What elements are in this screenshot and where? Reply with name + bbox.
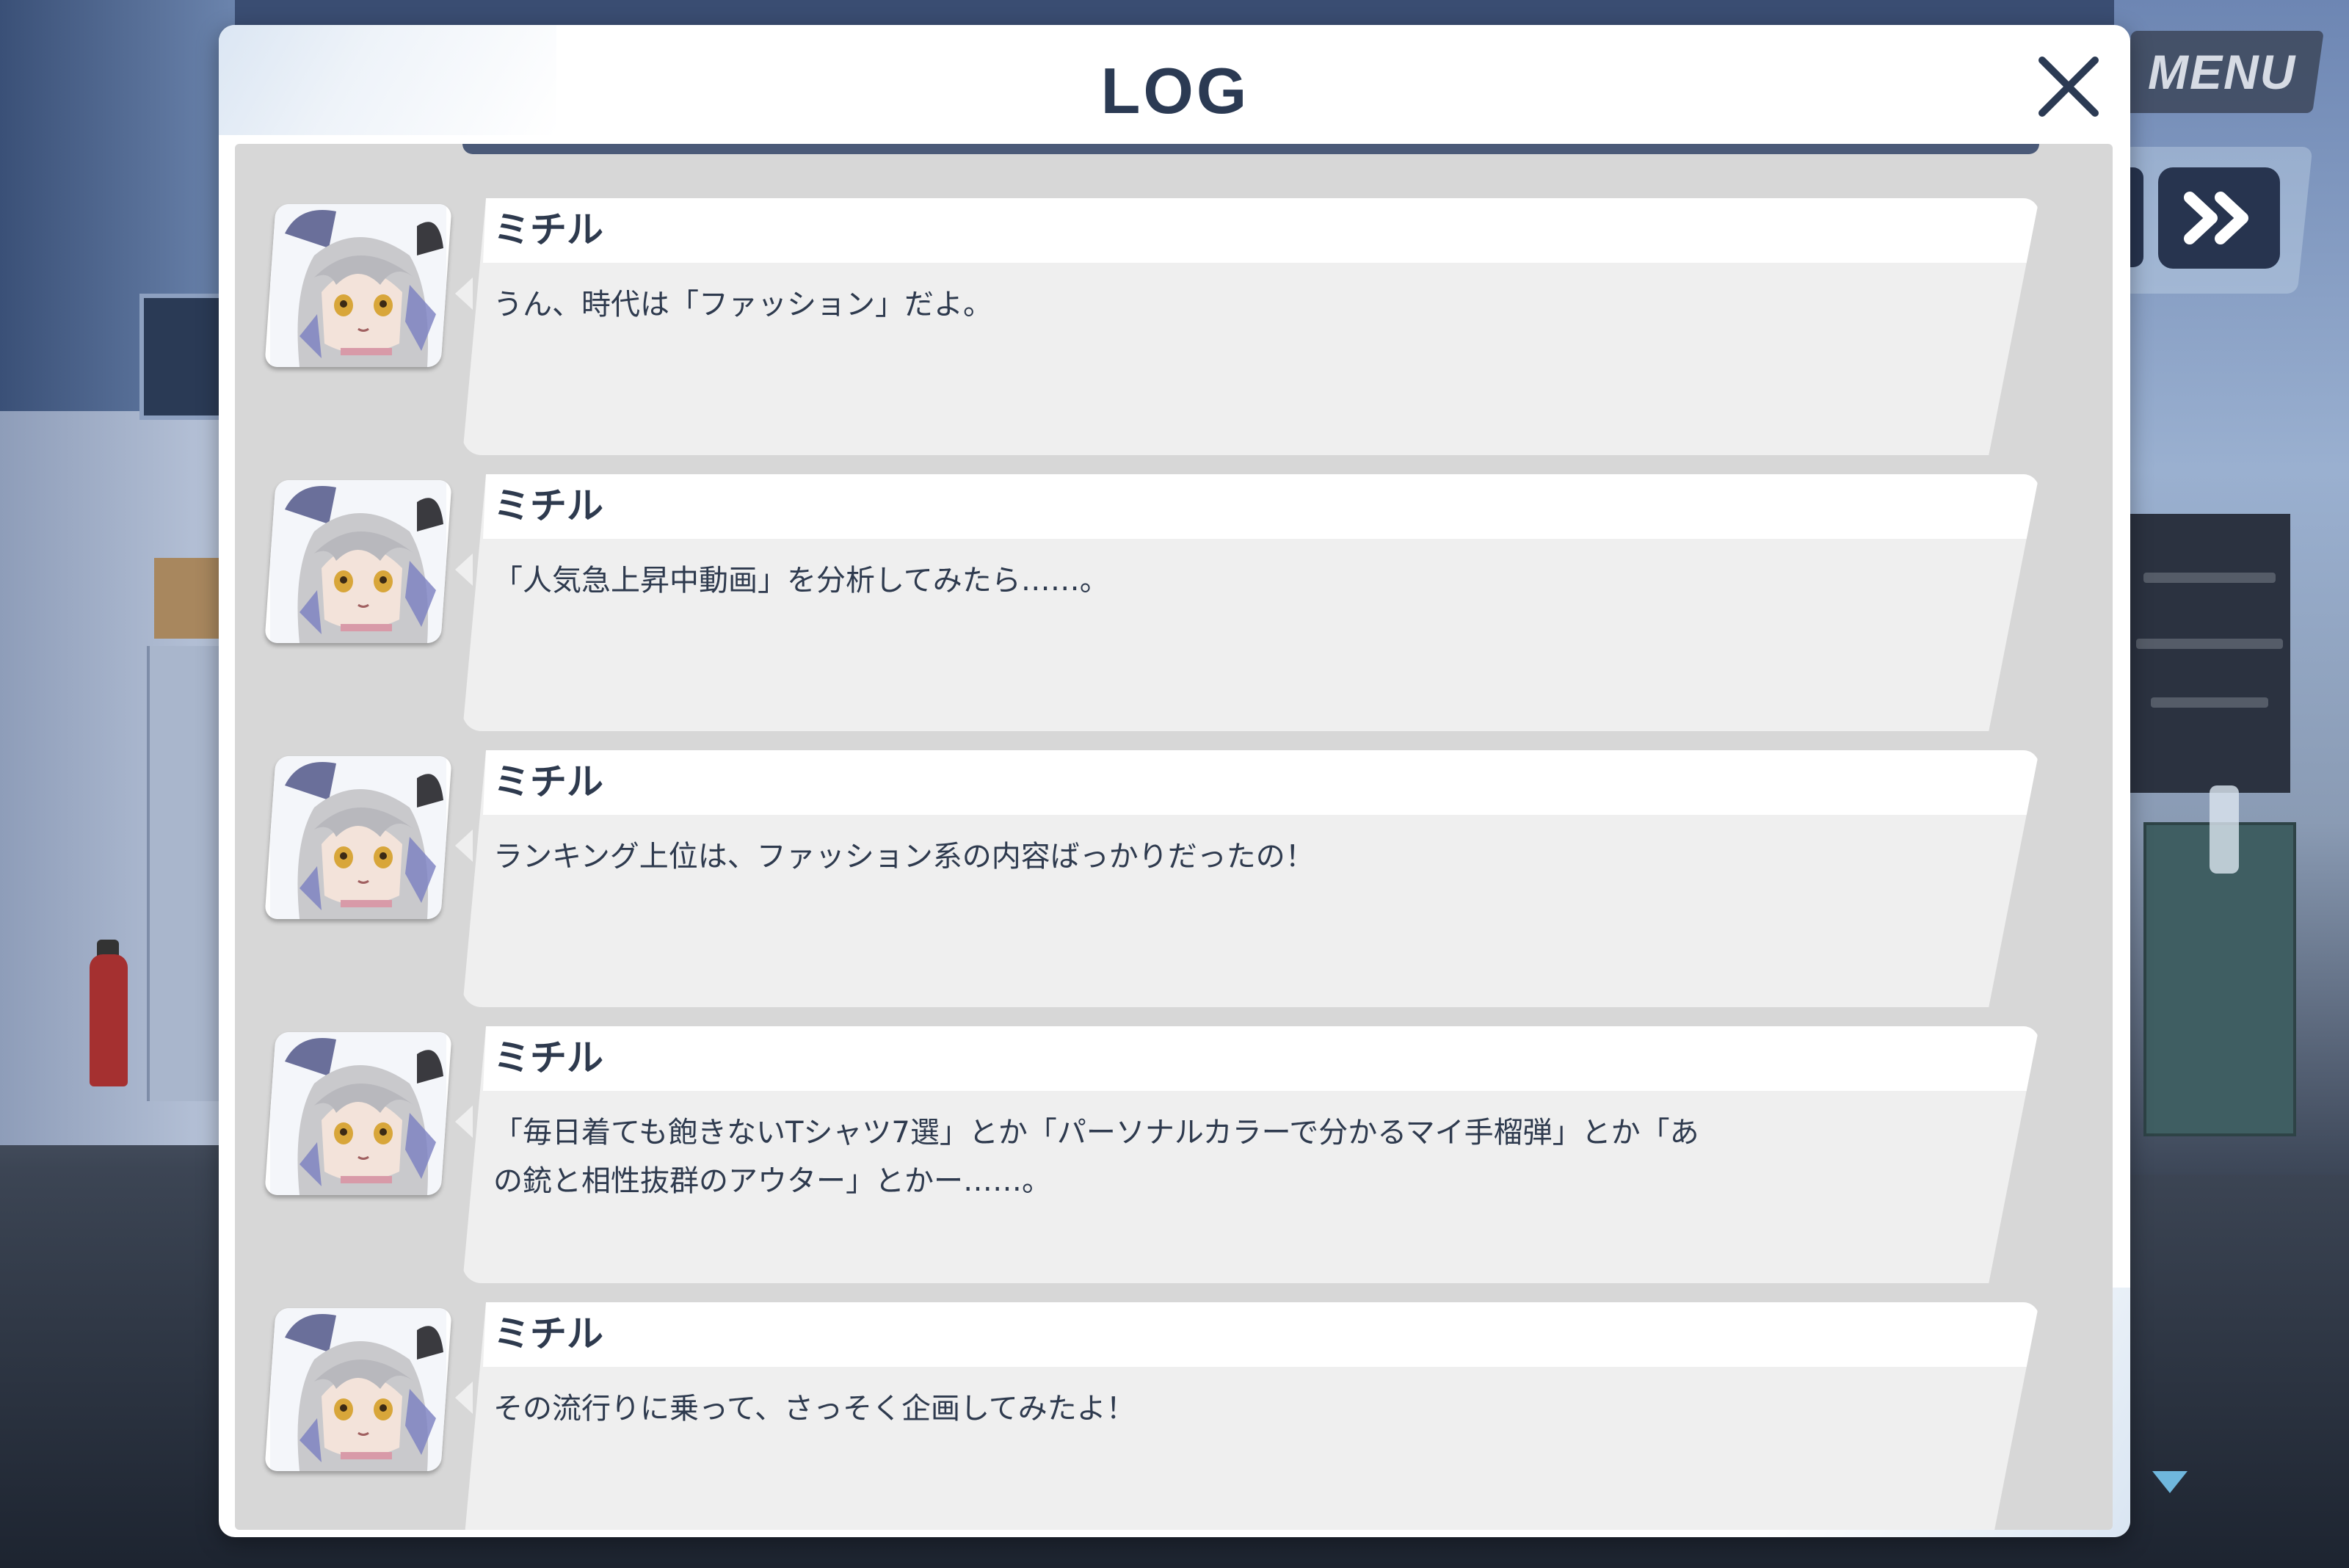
- weapon-rack-prop: [2129, 514, 2290, 793]
- fire-extinguisher-prop: [90, 954, 128, 1086]
- speaker-name-bar: ミチル: [483, 474, 2039, 539]
- close-icon: [2038, 57, 2099, 117]
- fast-forward-icon: [2184, 192, 2248, 244]
- michiru-portrait-icon: [270, 204, 446, 367]
- speaker-name: ミチル: [493, 1037, 603, 1079]
- message-text: うん、時代は「ファッション」だよ。: [493, 288, 992, 322]
- log-list[interactable]: ミチル うん、時代は「ファッション」だよ。 ミチル 「人気急上昇中動画」を分析し…: [235, 144, 2113, 1530]
- log-entry: ミチル ランキング上位は、ファッション系の内容ばっかりだったの！: [235, 750, 2113, 1007]
- log-entry: ミチル 「人気急上昇中動画」を分析してみたら……。: [235, 474, 2113, 731]
- message-text: ランキング上位は、ファッション系の内容ばっかりだったの！: [493, 840, 1315, 874]
- avatar: [264, 1308, 452, 1471]
- speaker-name-bar: ミチル: [483, 750, 2039, 815]
- menu-button-label: MENU: [2147, 45, 2297, 99]
- bubble-pointer: [455, 277, 473, 310]
- michiru-portrait-icon: [270, 756, 446, 919]
- bubble-pointer: [455, 1382, 473, 1414]
- message-bubble: ミチル 「毎日着ても飽きないTシャツ7選」とか「パーソナルカラーで分かるマイ手榴…: [462, 1026, 2039, 1283]
- page-title: LOG: [1100, 54, 1250, 127]
- speaker-name-bar: ミチル: [483, 1026, 2039, 1091]
- log-entry: ミチル うん、時代は「ファッション」だよ。: [235, 198, 2113, 455]
- log-entry: ミチル 「毎日着ても飽きないTシャツ7選」とか「パーソナルカラーで分かるマイ手榴…: [235, 1026, 2113, 1283]
- message-bubble: ミチル うん、時代は「ファッション」だよ。: [462, 198, 2039, 455]
- michiru-portrait-icon: [270, 1308, 446, 1471]
- bubble-pointer: [455, 1106, 473, 1138]
- close-button[interactable]: [2025, 43, 2113, 131]
- bubble-pointer: [455, 553, 473, 586]
- michiru-portrait-icon: [270, 480, 446, 643]
- message-text: 「人気急上昇中動画」を分析してみたら……。: [493, 564, 1109, 598]
- log-entry: ミチル その流行りに乗って、さっそく企画してみたよ！: [235, 1302, 2113, 1530]
- fast-forward-button[interactable]: [2158, 167, 2280, 269]
- speaker-name-bar: ミチル: [483, 198, 2039, 263]
- message-bubble: ミチル その流行りに乗って、さっそく企画してみたよ！: [462, 1302, 2039, 1530]
- message-bubble: ミチル 「人気急上昇中動画」を分析してみたら……。: [462, 474, 2039, 731]
- avatar: [264, 480, 452, 643]
- menu-button[interactable]: MENU: [2120, 31, 2324, 113]
- speaker-name: ミチル: [493, 484, 603, 527]
- bubble-pointer: [455, 830, 473, 862]
- speaker-name-bar: ミチル: [483, 1302, 2039, 1367]
- michiru-portrait-icon: [270, 1032, 446, 1195]
- message-text: 「毎日着ても飽きないTシャツ7選」とか「パーソナルカラーで分かるマイ手榴弾」とか…: [493, 1116, 1699, 1198]
- scroll-down-arrow-icon[interactable]: [2152, 1471, 2188, 1493]
- log-dialog: LOG ミチル うん、時代は「ファッション」だよ。 ミチル 「人気急上昇中動画」…: [219, 25, 2130, 1537]
- speaker-name: ミチル: [493, 208, 603, 251]
- scrollbar[interactable]: [462, 144, 2039, 154]
- avatar: [264, 1032, 452, 1195]
- message-bubble: ミチル ランキング上位は、ファッション系の内容ばっかりだったの！: [462, 750, 2039, 1007]
- speaker-name: ミチル: [493, 1313, 603, 1355]
- message-text: その流行りに乗って、さっそく企画してみたよ！: [493, 1392, 1136, 1426]
- log-title-tab: LOG: [1061, 54, 1289, 157]
- avatar: [264, 756, 452, 919]
- avatar: [264, 204, 452, 367]
- speaker-name: ミチル: [493, 761, 603, 803]
